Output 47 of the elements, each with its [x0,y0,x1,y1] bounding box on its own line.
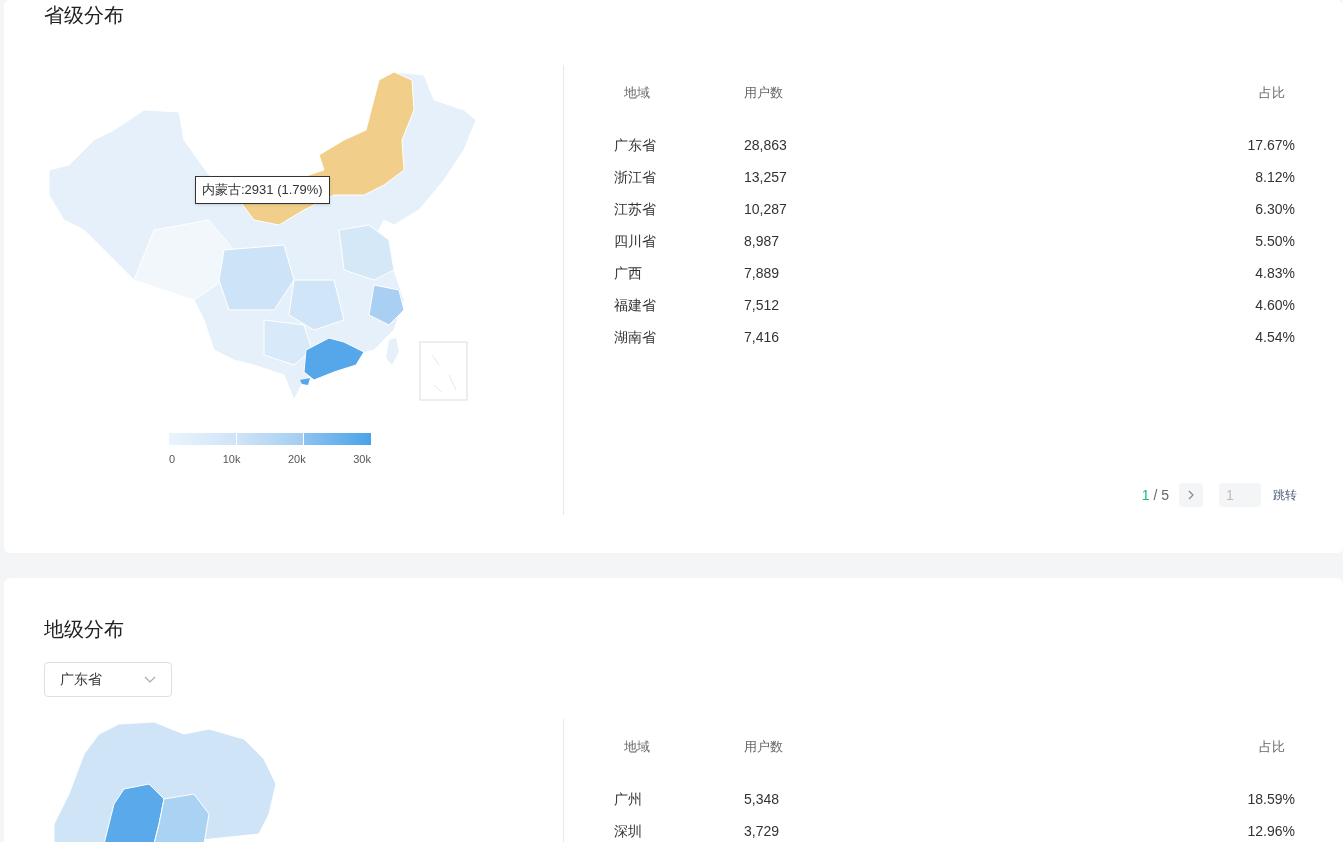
region-cell: 四川省 [614,232,656,249]
legend-label: 20k [287,452,306,467]
jump-link[interactable]: 跳转 [1273,486,1297,504]
region-cell: 广州 [614,790,642,807]
share-cell: 12.96% [1247,822,1295,839]
legend-label: 0 [169,452,176,467]
share-cell: 5.50% [1255,232,1295,249]
legend-label: 30k [353,452,371,467]
share-cell: 17.67% [1247,136,1295,153]
province-select[interactable]: 广东省 [44,662,172,697]
users-cell: 10,287 [744,200,787,217]
current-page: 1 [1141,485,1150,505]
column-header: 地域 [623,85,650,101]
next-page-button[interactable] [1179,483,1203,507]
section-title: 省级分布 [44,3,125,28]
section-title: 地级分布 [44,617,125,642]
column-header: 占比 [1259,739,1286,755]
region-cell: 深圳 [614,822,642,839]
region-cell: 福建省 [614,296,656,313]
users-cell: 13,257 [744,168,787,185]
share-cell: 6.30% [1255,200,1295,217]
column-header: 用户数 [744,739,783,755]
share-cell: 4.83% [1255,264,1295,281]
region-cell: 浙江省 [614,168,656,185]
users-cell: 28,863 [744,136,787,153]
share-cell: 8.12% [1255,168,1295,185]
users-cell: 3,729 [744,822,780,839]
region-cell: 江苏省 [614,200,656,217]
users-cell: 8,987 [744,232,780,249]
users-cell: 5,348 [744,790,780,807]
column-header: 用户数 [744,85,783,101]
users-cell: 7,512 [744,296,780,313]
column-header: 地域 [623,739,650,755]
region-cell: 湖南省 [614,328,656,345]
map-tooltip: 内蒙古:2931 (1.79%) [195,176,330,204]
chevron-down-icon [144,676,156,683]
users-cell: 7,416 [744,328,780,345]
region-cell: 广东省 [614,136,656,153]
chevron-right-icon [1188,490,1194,500]
region-cell: 广西 [614,264,642,281]
page-total: / 5 [1153,485,1169,505]
legend-label: 10k [222,452,241,467]
share-cell: 18.59% [1247,790,1295,807]
column-header: 占比 [1259,85,1286,101]
share-cell: 4.60% [1255,296,1295,313]
users-cell: 7,889 [744,264,780,281]
share-cell: 4.54% [1255,328,1295,345]
